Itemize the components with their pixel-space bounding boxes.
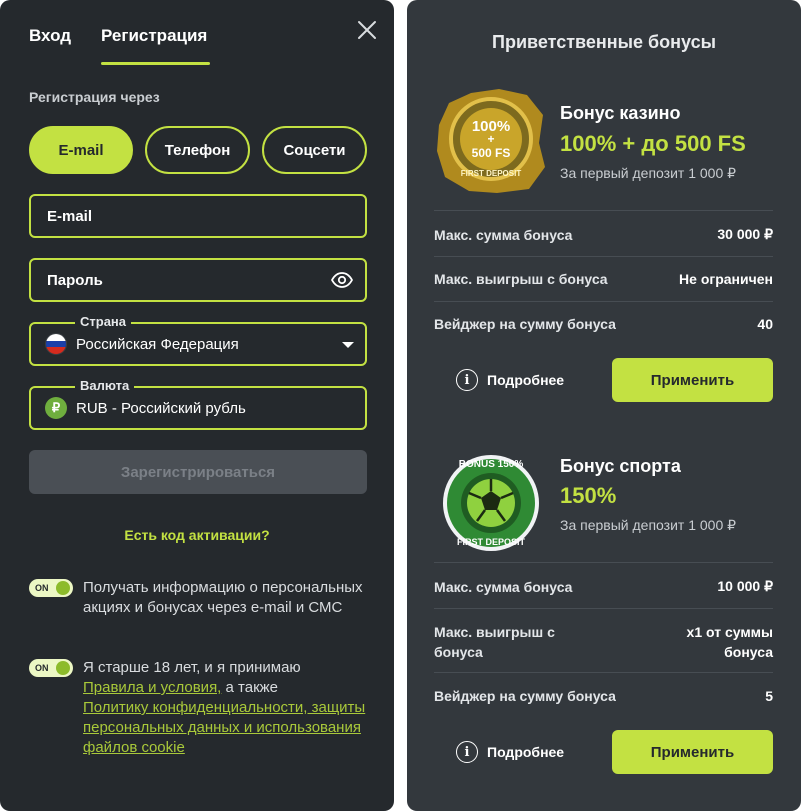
active-tab-indicator [101, 62, 210, 65]
row-label: Макс. сумма бонуса [434, 578, 573, 595]
divider [434, 210, 773, 211]
toggle-knob [56, 581, 70, 595]
country-value: Российская Федерация [76, 335, 239, 353]
bonuses-title: Приветственные бонусы [492, 32, 716, 52]
toggle-on-text: ON [35, 583, 49, 593]
sport-row-max-win: Макс. выигрыш с бонуса х1 от суммы бонус… [434, 622, 773, 662]
casino-row-wager: Вейджер на сумму бонуса 40 [434, 316, 773, 332]
activation-code-link[interactable]: Есть код активации? [0, 527, 394, 543]
method-email-button[interactable]: E-mail [29, 126, 133, 174]
password-placeholder: Пароль [47, 271, 103, 289]
row-value: х1 от суммы бонуса [686, 624, 773, 660]
casino-badge-ribbon: FIRST DEPOSIT [461, 169, 522, 178]
casino-apply-button[interactable]: Применить [612, 358, 773, 402]
row-label: Макс. выигрыш с бонуса [434, 271, 608, 287]
chevron-down-icon [342, 342, 354, 348]
row-value: 40 [757, 316, 773, 332]
age-consent-text: Я старше 18 лет, и я принимаю Правила и у… [83, 658, 373, 758]
russia-flag-icon [45, 333, 67, 355]
sport-bonus-badge-icon: BONUS 150% FIRST DEPOSIT [443, 455, 539, 551]
info-icon: i [456, 741, 478, 763]
info-icon: i [456, 369, 478, 391]
casino-badge-line2: + [487, 132, 494, 146]
privacy-policy-link[interactable]: Политику конфиденциальности, защиты перс… [83, 699, 365, 756]
email-placeholder: E-mail [47, 207, 93, 225]
row-value: 30 000 ₽ [717, 226, 773, 242]
sport-badge-bottom: FIRST DEPOSIT [457, 537, 526, 547]
row-label: Макс. сумма бонуса [434, 226, 573, 243]
age-consent-toggle[interactable]: ON [29, 659, 73, 677]
divider [434, 301, 773, 302]
tab-login[interactable]: Вход [29, 26, 71, 46]
toggle-on-text: ON [35, 663, 49, 673]
row-label: Вейджер на сумму бонуса [434, 688, 616, 704]
sport-more-button[interactable]: i Подробнее [456, 741, 564, 763]
more-label: Подробнее [487, 744, 565, 760]
eye-icon[interactable] [331, 271, 353, 289]
sport-badge-top: BONUS 150% [459, 459, 524, 470]
register-via-label: Регистрация через [29, 89, 160, 105]
row-value: 10 000 ₽ [717, 578, 773, 594]
casino-bonus-subtitle: За первый депозит 1 000 ₽ [560, 165, 737, 181]
currency-label: Валюта [75, 378, 135, 393]
news-consent-toggle[interactable]: ON [29, 579, 73, 597]
ruble-icon: ₽ [45, 397, 67, 419]
country-select[interactable]: Страна Российская Федерация [29, 314, 367, 366]
divider [434, 562, 773, 563]
bonuses-panel: Приветственные бонусы 100% + 500 FS FIRS… [407, 0, 801, 811]
row-label: Макс. выигрыш с бонуса [434, 624, 555, 660]
currency-value: RUB - Российский рубль [76, 399, 246, 417]
divider [434, 608, 773, 609]
sport-bonus-value: 150% [560, 483, 617, 508]
tab-register[interactable]: Регистрация [101, 26, 207, 46]
casino-more-button[interactable]: i Подробнее [456, 369, 564, 391]
register-button[interactable]: Зарегистрироваться [29, 450, 367, 494]
row-value: 5 [765, 688, 773, 704]
casino-row-max-win: Макс. выигрыш с бонуса Не ограничен [434, 271, 773, 287]
email-field[interactable]: E-mail [29, 194, 367, 238]
toggle-knob [56, 661, 70, 675]
casino-bonus-badge-icon: 100% + 500 FS FIRST DEPOSIT [437, 89, 545, 193]
age-consent-prefix: Я старше 18 лет, и я принимаю [83, 659, 301, 676]
close-icon[interactable] [356, 19, 378, 41]
method-social-button[interactable]: Соцсети [262, 126, 367, 174]
sport-row-max-sum: Макс. сумма бонуса 10 000 ₽ [434, 578, 773, 595]
casino-row-max-sum: Макс. сумма бонуса 30 000 ₽ [434, 226, 773, 243]
sport-bonus-name: Бонус спорта [560, 456, 681, 476]
divider [434, 256, 773, 257]
currency-select[interactable]: Валюта ₽ RUB - Российский рубль [29, 378, 367, 430]
news-consent-text: Получать информацию о персональных акция… [83, 579, 363, 616]
row-label: Вейджер на сумму бонуса [434, 316, 616, 332]
row-value: Не ограничен [679, 271, 773, 287]
casino-bonus-name: Бонус казино [560, 103, 681, 123]
casino-badge-line3: 500 FS [472, 146, 511, 160]
country-label: Страна [75, 314, 132, 329]
rules-link[interactable]: Правила и условия, [83, 679, 221, 696]
password-field[interactable]: Пароль [29, 258, 367, 302]
method-phone-button[interactable]: Телефон [145, 126, 250, 174]
registration-panel: Вход Регистрация Регистрация через E-mai… [0, 0, 394, 811]
sport-bonus-subtitle: За первый депозит 1 000 ₽ [560, 517, 737, 533]
casino-bonus-value: 100% + до 500 FS [560, 131, 746, 156]
sport-row-wager: Вейджер на сумму бонуса 5 [434, 688, 773, 704]
also-text: а также [221, 679, 279, 696]
sport-apply-button[interactable]: Применить [612, 730, 773, 774]
divider [434, 672, 773, 673]
more-label: Подробнее [487, 372, 565, 388]
